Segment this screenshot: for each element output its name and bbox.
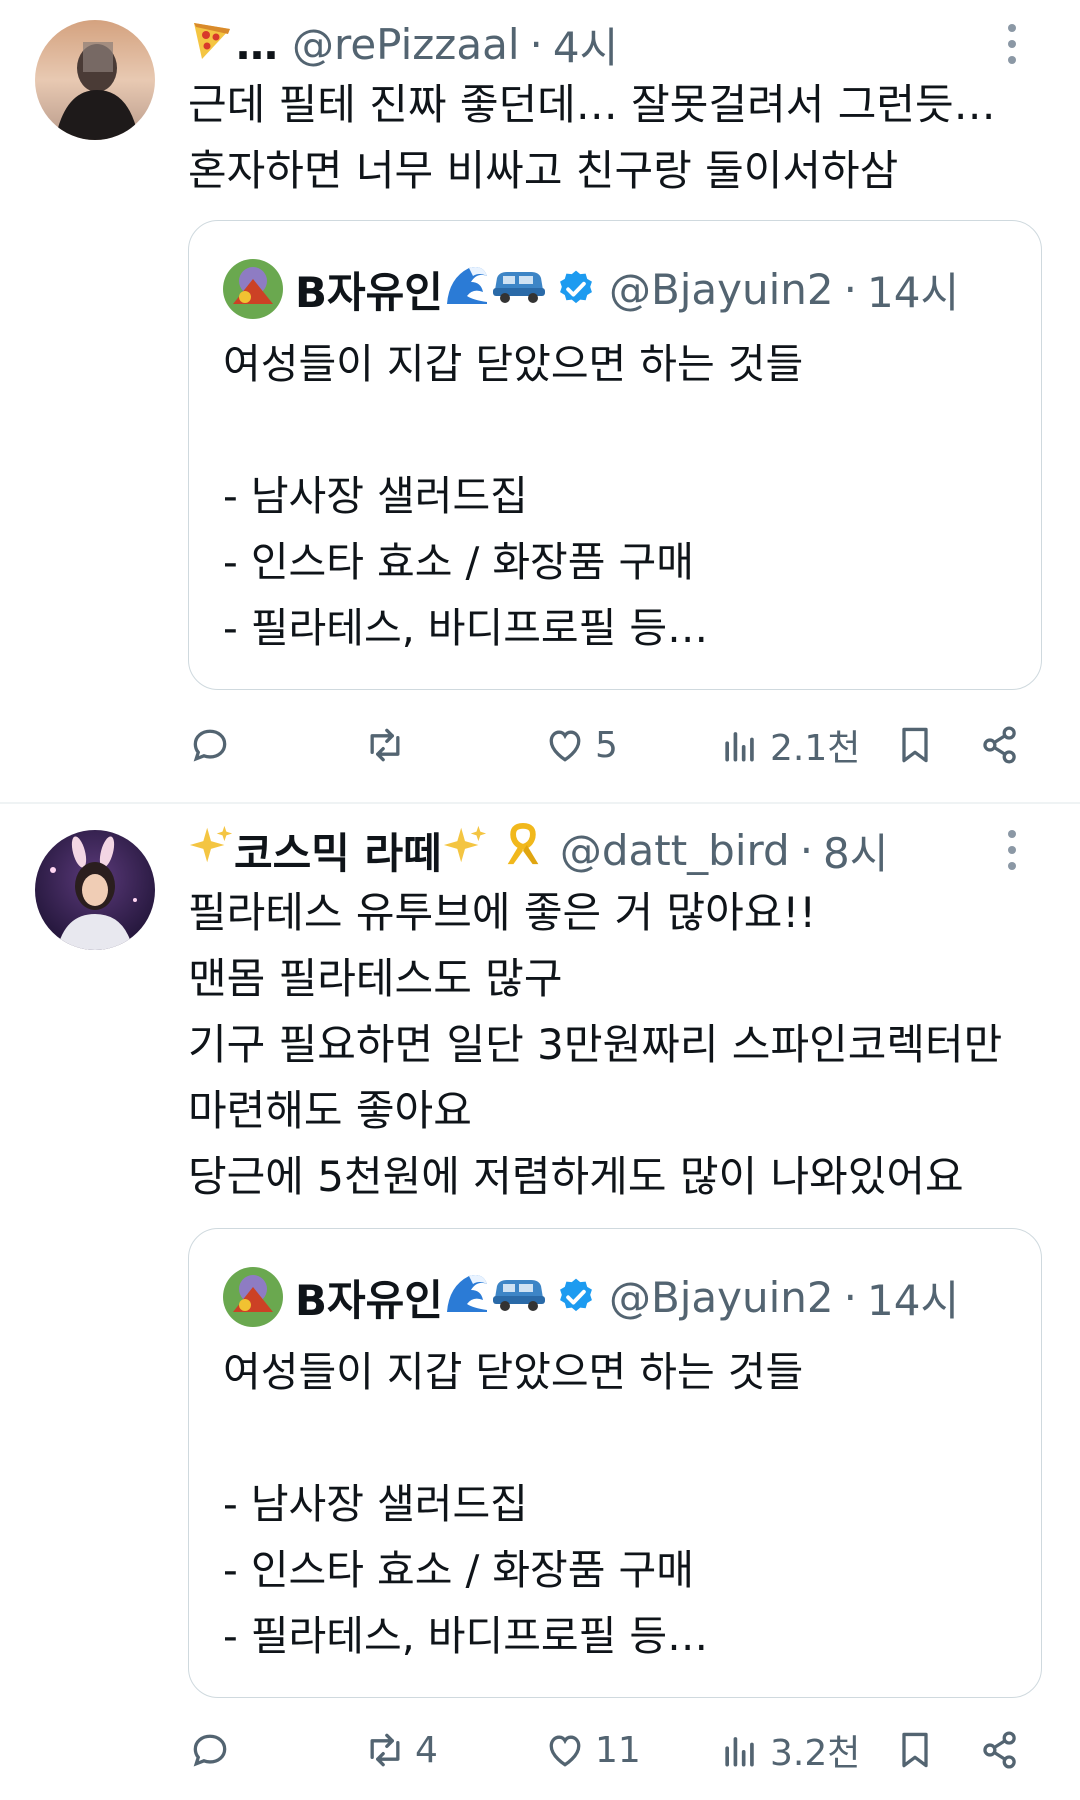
like-count: 5 xyxy=(595,724,618,766)
more-options-icon[interactable] xyxy=(992,16,1032,72)
quote-text: 여성들이 지갑 닫았으면 하는 것들 - 남사장 샐러드집 - 인스타 효소 /… xyxy=(223,331,803,661)
like-count: 11 xyxy=(595,1729,641,1771)
share-button[interactable] xyxy=(978,715,1022,775)
tweet-header: … @rePizzaal · 4시 xyxy=(188,16,1000,72)
quote-timestamp[interactable]: 14시 xyxy=(867,259,959,320)
yellow-ribbon-emoji xyxy=(500,821,546,879)
quote-text-line xyxy=(223,397,803,463)
car-emoji xyxy=(491,260,547,318)
quote-timestamp[interactable]: 14시 xyxy=(867,1267,959,1328)
tweet-divider xyxy=(0,802,1080,804)
bookmark-icon xyxy=(902,727,928,763)
quoted-tweet[interactable]: B자유인 @Bjayuin2 · 14시 여성들이 지갑 닫았으면 하는 것들 … xyxy=(188,220,1042,690)
retweet-icon xyxy=(370,728,400,762)
sparkles-emoji xyxy=(188,822,234,878)
quote-header: B자유인 @Bjayuin2 · 14시 xyxy=(223,257,959,321)
car-emoji xyxy=(491,1268,547,1326)
bookmark-button[interactable] xyxy=(893,715,937,775)
tweet-text: 필라테스 유투브에 좋은 거 많아요!! 맨몸 필라테스도 많구 기구 필요하면… xyxy=(188,880,1040,1210)
quote-handle[interactable]: @Bjayuin2 xyxy=(609,265,834,314)
separator-dot: · xyxy=(529,19,543,69)
quote-avatar xyxy=(223,1267,283,1327)
tweet-text-line: 당근에 5천원에 저렴하게도 많이 나와있어요 xyxy=(188,1152,964,1201)
separator-dot: · xyxy=(799,825,814,875)
quote-text-line: - 인스타 효소 / 화장품 구매 xyxy=(223,538,694,586)
quote-text-line: - 필라테스, 바디프로필 등… xyxy=(223,604,709,652)
share-button[interactable] xyxy=(978,1720,1022,1780)
retweet-count: 4 xyxy=(415,1729,438,1771)
reply-icon xyxy=(193,729,227,762)
quote-text-line: 여성들이 지갑 닫았으면 하는 것들 xyxy=(223,1348,804,1396)
quote-text-line: - 필라테스, 바디프로필 등… xyxy=(223,1612,709,1660)
like-button[interactable]: 11 xyxy=(543,1720,641,1780)
views-button[interactable]: 3.2천 xyxy=(718,1720,860,1780)
timestamp[interactable]: 8시 xyxy=(823,820,888,881)
tweet-text-line: 필라테스 유투브에 좋은 거 많아요!! xyxy=(188,888,817,937)
quote-display-name[interactable]: B자유인 xyxy=(295,1267,443,1328)
action-bar: 4 11 3.2천 xyxy=(188,1720,1028,1780)
views-icon xyxy=(725,1737,754,1767)
like-button[interactable]: 5 xyxy=(543,715,618,775)
action-bar: 5 2.1천 xyxy=(188,715,1028,775)
tweet-header: 코스믹 라떼 @datt_bird · 8시 xyxy=(188,822,1000,878)
tweet-text-line: 마련해도 좋아요 xyxy=(188,1086,472,1135)
wave-emoji xyxy=(443,260,491,318)
quote-text-line: - 인스타 효소 / 화장품 구매 xyxy=(223,1546,694,1594)
tweet-text: 근데 필테 진짜 좋던데… 잘못걸려서 그런듯… 혼자하면 너무 비싸고 친구랑… xyxy=(188,72,1040,204)
quoted-tweet[interactable]: B자유인 @Bjayuin2 · 14시 여성들이 지갑 닫았으면 하는 것들 … xyxy=(188,1228,1042,1698)
views-count: 2.1천 xyxy=(770,728,861,769)
reply-button[interactable] xyxy=(188,715,240,775)
reply-icon xyxy=(193,1734,227,1767)
quote-text-line: 여성들이 지갑 닫았으면 하는 것들 xyxy=(223,340,804,388)
share-icon xyxy=(983,1731,1016,1769)
separator-dot: · xyxy=(843,1272,858,1322)
quote-text: 여성들이 지갑 닫았으면 하는 것들 - 남사장 샐러드집 - 인스타 효소 /… xyxy=(223,1339,803,1669)
handle[interactable]: @rePizzaal xyxy=(292,20,520,69)
quote-display-name[interactable]: B자유인 xyxy=(295,259,443,320)
quote-text-line xyxy=(223,1405,803,1471)
retweet-button[interactable]: 4 xyxy=(363,1720,438,1780)
pizza-emoji xyxy=(188,15,236,73)
quote-text-line: - 남사장 샐러드집 xyxy=(223,472,528,520)
reply-button[interactable] xyxy=(188,1720,240,1780)
avatar[interactable] xyxy=(35,830,155,950)
verified-badge-icon xyxy=(555,1276,597,1318)
tweet-text-line: 맨몸 필라테스도 많구 xyxy=(188,954,563,1003)
tweet-text-line: 혼자하면 너무 비싸고 친구랑 둘이서하삼 xyxy=(188,146,899,195)
tweet-text-line: 근데 필테 진짜 좋던데… 잘못걸려서 그런듯… xyxy=(188,80,996,129)
avatar[interactable] xyxy=(35,20,155,140)
views-count: 3.2천 xyxy=(770,1733,861,1774)
display-name[interactable]: … xyxy=(236,20,278,69)
bookmark-icon xyxy=(902,1732,928,1768)
quote-header: B자유인 @Bjayuin2 · 14시 xyxy=(223,1265,959,1329)
timestamp[interactable]: 4시 xyxy=(553,14,618,75)
heart-icon xyxy=(549,1735,581,1767)
verified-badge-icon xyxy=(555,268,597,310)
quote-avatar xyxy=(223,259,283,319)
separator-dot: · xyxy=(843,264,858,314)
display-name[interactable]: 코스믹 라떼 xyxy=(234,820,442,881)
handle[interactable]: @datt_bird xyxy=(560,826,790,875)
tweet-text-line: 기구 필요하면 일단 3만원짜리 스파인코렉터만 xyxy=(188,1020,1003,1069)
retweet-icon xyxy=(370,1733,400,1767)
wave-emoji xyxy=(443,1268,491,1326)
retweet-button[interactable] xyxy=(363,715,415,775)
sparkles-emoji xyxy=(442,822,488,878)
views-icon xyxy=(725,732,754,762)
bookmark-button[interactable] xyxy=(893,1720,937,1780)
more-options-icon[interactable] xyxy=(992,822,1032,878)
quote-handle[interactable]: @Bjayuin2 xyxy=(609,1273,834,1322)
heart-icon xyxy=(549,730,581,762)
quote-text-line: - 남사장 샐러드집 xyxy=(223,1480,528,1528)
views-button[interactable]: 2.1천 xyxy=(718,715,860,775)
share-icon xyxy=(983,726,1016,764)
